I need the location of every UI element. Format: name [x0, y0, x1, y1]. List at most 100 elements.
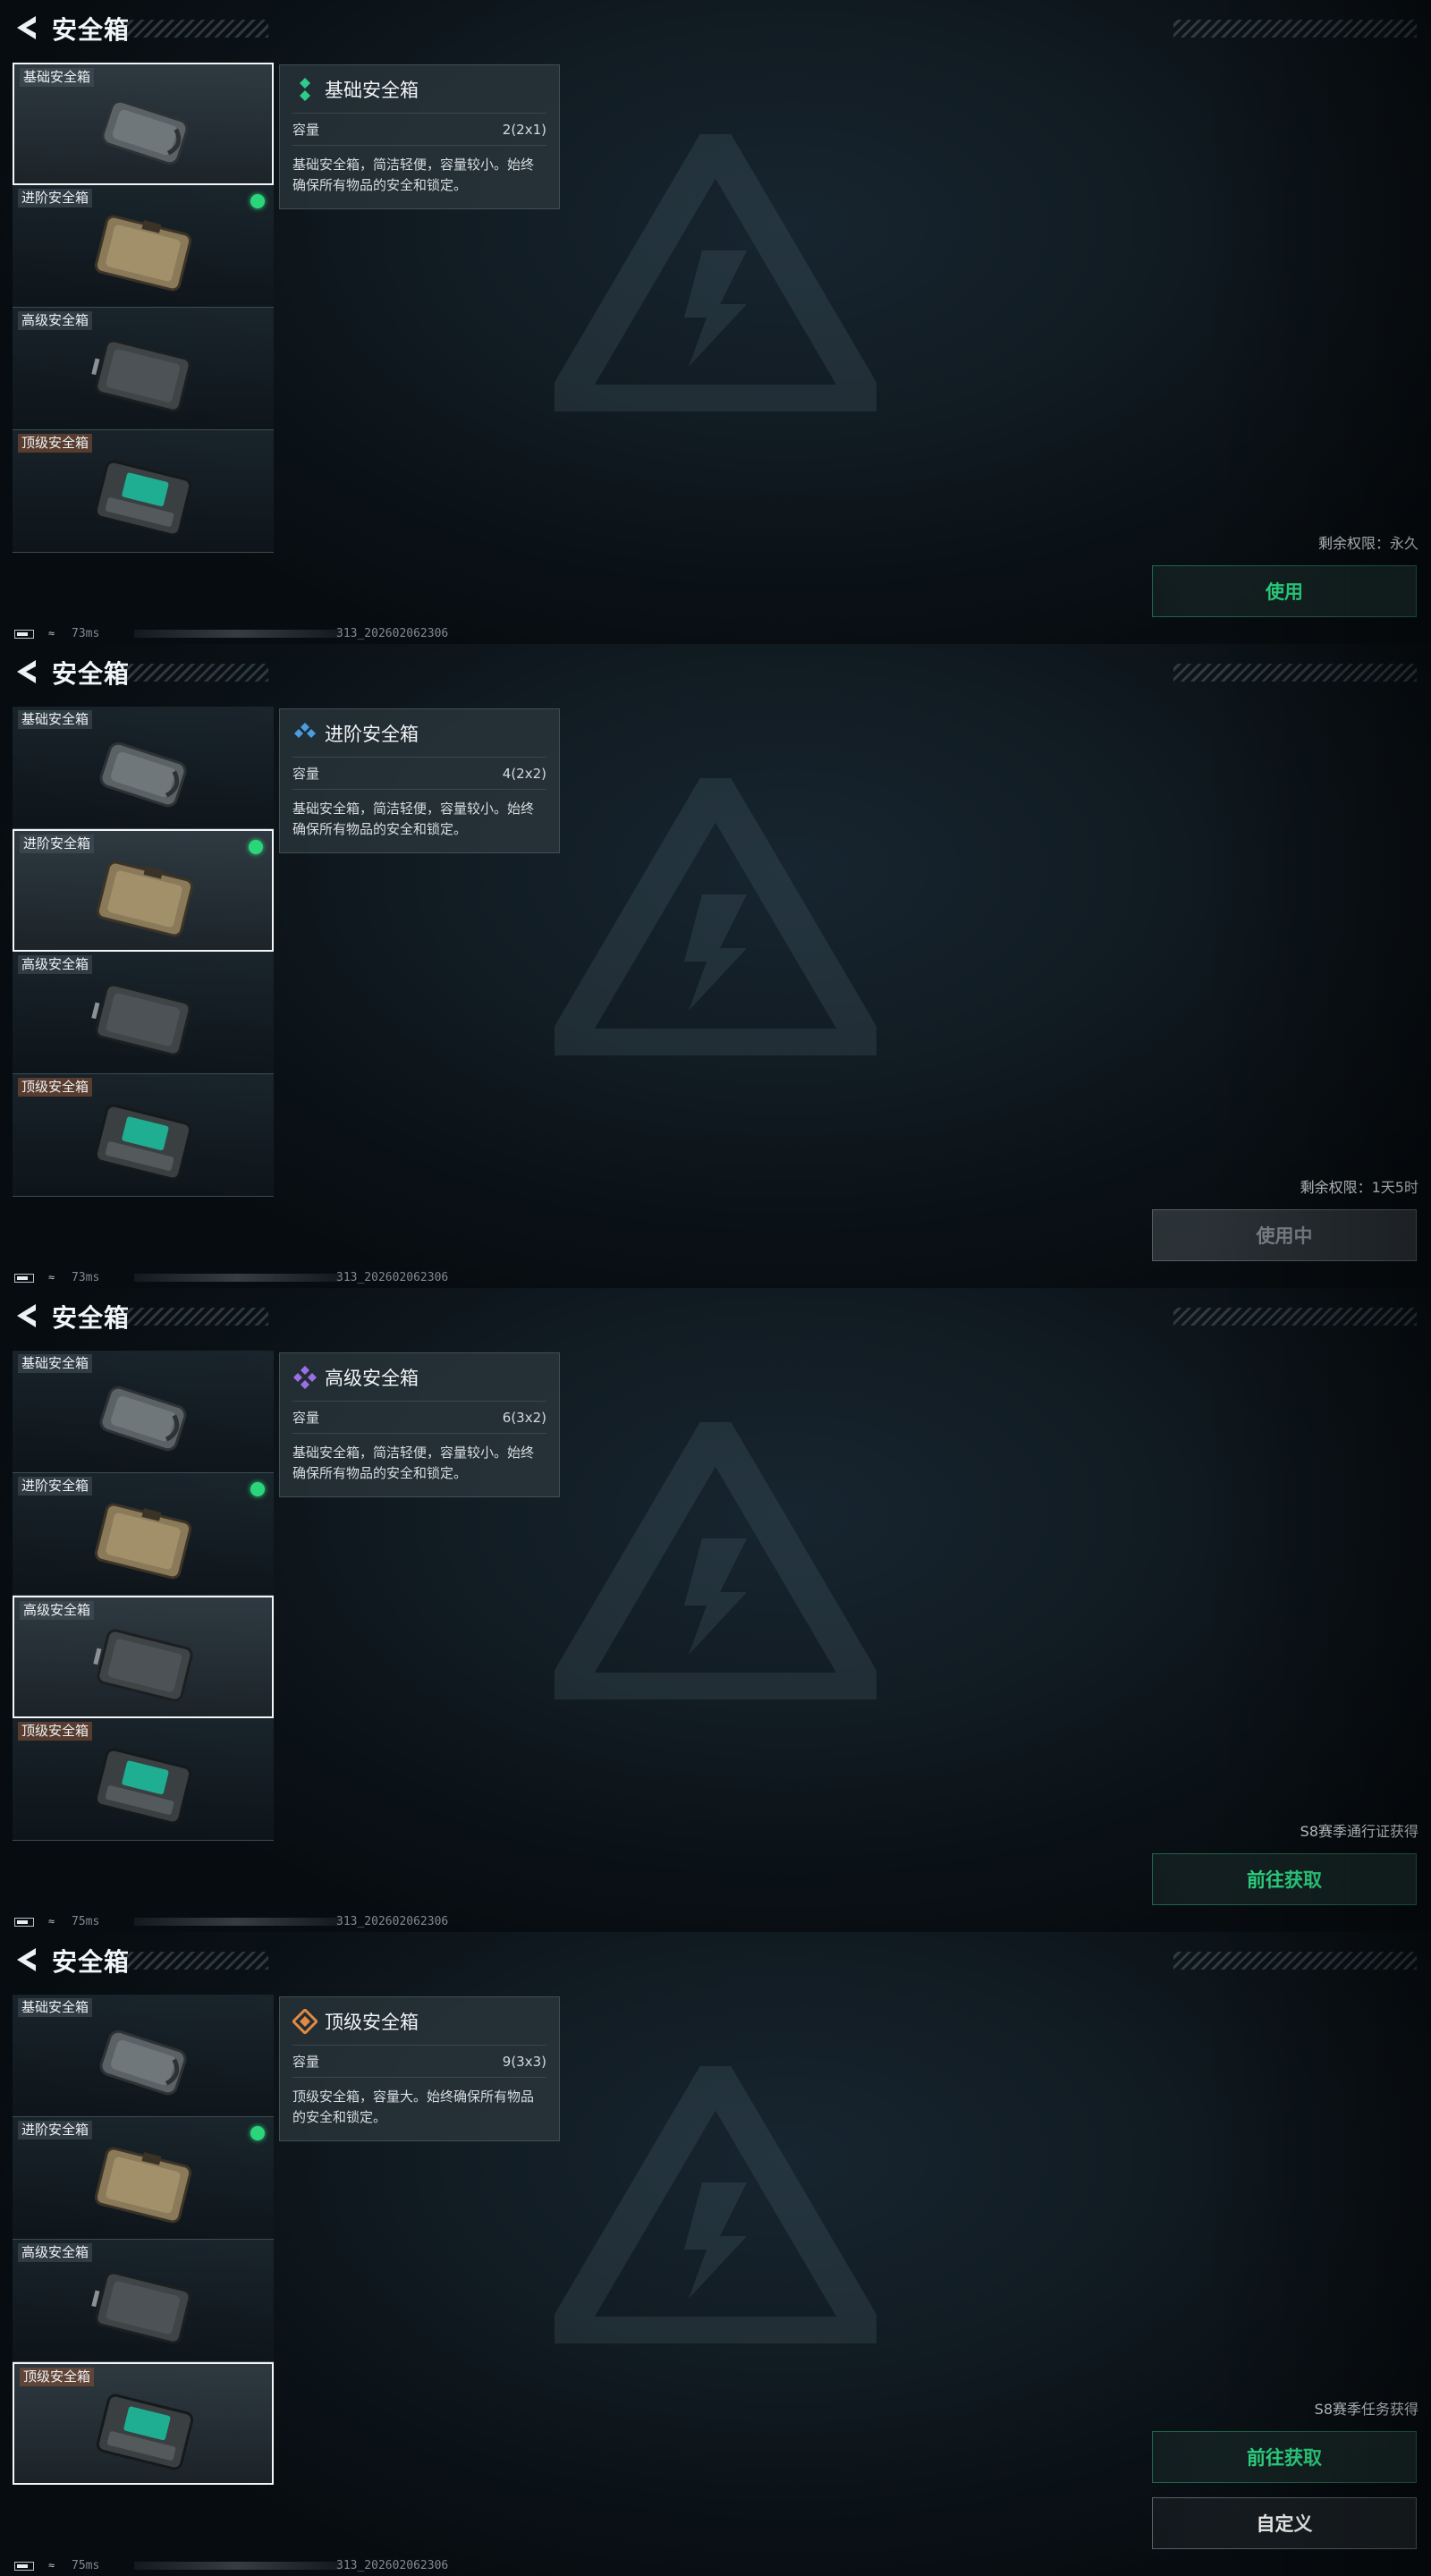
remaining-permission-text: 剩余权限：1天5时	[1300, 1179, 1418, 1196]
page-title: 安全箱	[52, 1303, 131, 1333]
version-text: 313_202602062306	[336, 2559, 449, 2572]
in-use-button: 使用中	[1152, 1209, 1417, 1261]
go-obtain-button[interactable]: 前往获取	[1152, 1853, 1417, 1905]
detail-title: 基础安全箱	[325, 79, 419, 101]
high-safebox-image-icon	[91, 983, 191, 1056]
footer-bar-decoration	[134, 2562, 340, 2570]
capacity-value: 4(2x2)	[502, 765, 546, 782]
wifi-icon: ≈	[48, 627, 55, 640]
safebox-card-basic[interactable]: 基础安全箱	[13, 63, 274, 185]
back-arrow-icon[interactable]	[13, 1301, 43, 1331]
top-right-hatch-decoration	[1173, 1308, 1417, 1326]
wifi-icon: ≈	[48, 2559, 55, 2572]
safebox-card-top[interactable]: 顶级安全箱	[13, 2362, 274, 2485]
version-text: 313_202602062306	[336, 1271, 449, 1284]
page-title: 安全箱	[52, 15, 131, 45]
status-footer: ≈ 73ms 313_202602062306	[0, 624, 1431, 644]
back-arrow-icon[interactable]	[13, 1945, 43, 1975]
detail-description: 顶级安全箱，容量大。始终确保所有物品的安全和锁定。	[292, 2089, 535, 2125]
equipped-indicator-icon	[250, 2126, 265, 2140]
background-logo-icon	[555, 2066, 876, 2343]
go-obtain-button[interactable]: 前往获取	[1152, 2431, 1417, 2483]
safebox-card-advanced[interactable]: 进阶安全箱	[13, 185, 274, 308]
high-safebox-image-icon	[93, 1629, 193, 1702]
top-safebox-image-icon	[96, 2394, 194, 2470]
safebox-card-top[interactable]: 顶级安全箱	[13, 430, 274, 553]
safebox-card-high[interactable]: 高级安全箱	[13, 2240, 274, 2362]
safebox-card-label: 基础安全箱	[20, 68, 95, 87]
high-safebox-image-icon	[91, 339, 191, 412]
high-safebox-image-icon	[91, 2271, 191, 2344]
safebox-card-top[interactable]: 顶级安全箱	[13, 1718, 274, 1841]
safebox-detail-panel: 高级安全箱 容量 6(3x2) 基础安全箱，简洁轻便，容量较小。始终确保所有物品的…	[279, 1352, 560, 1497]
detail-title: 顶级安全箱	[325, 2011, 419, 2033]
safebox-card-label: 顶级安全箱	[18, 1078, 93, 1097]
battery-icon	[14, 630, 34, 639]
top-right-hatch-decoration	[1173, 20, 1417, 38]
capacity-value: 6(3x2)	[502, 1409, 546, 1426]
basic-safebox-image-icon	[101, 99, 189, 165]
capacity-label: 容量	[292, 1410, 320, 1426]
safebox-card-advanced[interactable]: 进阶安全箱	[13, 1473, 274, 1596]
background-logo-icon	[555, 1422, 876, 1699]
capacity-label: 容量	[292, 2054, 320, 2070]
use-button[interactable]: 使用	[1152, 565, 1417, 617]
safebox-card-top[interactable]: 顶级安全箱	[13, 1074, 274, 1197]
blue-diamond-icon	[294, 722, 316, 738]
safebox-card-label: 进阶安全箱	[18, 1477, 93, 1496]
customize-button[interactable]: 自定义	[1152, 2497, 1417, 2549]
status-footer: ≈ 75ms 313_202602062306	[0, 2556, 1431, 2576]
capacity-label: 容量	[292, 122, 320, 138]
top-right-hatch-decoration	[1173, 664, 1417, 682]
safebox-card-advanced[interactable]: 进阶安全箱	[13, 829, 274, 952]
status-footer: ≈ 73ms 313_202602062306	[0, 1268, 1431, 1288]
top-bar: 安全箱	[0, 1932, 1431, 1989]
safebox-list: 基础安全箱 进阶安全箱 高级安全箱 顶级安全箱	[13, 707, 274, 1197]
safebox-card-basic[interactable]: 基础安全箱	[13, 1351, 274, 1473]
safebox-card-label: 进阶安全箱	[18, 2121, 93, 2140]
ping-text: 75ms	[72, 1915, 100, 1928]
safebox-card-label: 基础安全箱	[18, 1998, 93, 2017]
safebox-card-basic[interactable]: 基础安全箱	[13, 707, 274, 829]
safebox-card-advanced[interactable]: 进阶安全箱	[13, 2117, 274, 2240]
background-logo-icon	[555, 134, 876, 411]
detail-description: 基础安全箱，简洁轻便，容量较小。始终确保所有物品的安全和锁定。	[292, 1445, 535, 1481]
title-hatch-decoration	[125, 20, 268, 38]
safebox-card-label: 基础安全箱	[18, 1354, 93, 1373]
detail-title: 高级安全箱	[325, 1367, 419, 1389]
top-safebox-image-icon	[94, 1748, 192, 1825]
safebox-card-high[interactable]: 高级安全箱	[13, 308, 274, 430]
purple-diamond-icon	[293, 1365, 317, 1389]
screen-panel-3: 安全箱 基础安全箱 进阶安全箱 高级安全箱 顶级安全箱 高级安全箱 容量 6(3x…	[0, 1288, 1431, 1932]
back-arrow-icon[interactable]	[13, 657, 43, 687]
equipped-indicator-icon	[250, 194, 265, 208]
safebox-card-label: 进阶安全箱	[20, 835, 95, 853]
detail-description: 基础安全箱，简洁轻便，容量较小。始终确保所有物品的安全和锁定。	[292, 157, 535, 193]
safebox-card-high[interactable]: 高级安全箱	[13, 952, 274, 1074]
safebox-card-label: 高级安全箱	[18, 311, 93, 330]
basic-safebox-image-icon	[99, 2029, 187, 2096]
safebox-detail-panel: 顶级安全箱 容量 9(3x3) 顶级安全箱，容量大。始终确保所有物品的安全和锁定。	[279, 1996, 560, 2141]
version-text: 313_202602062306	[336, 627, 449, 640]
status-footer: ≈ 75ms 313_202602062306	[0, 1912, 1431, 1932]
advanced-safebox-image-icon	[94, 215, 192, 292]
basic-safebox-image-icon	[99, 1385, 187, 1452]
top-safebox-image-icon	[94, 460, 192, 537]
safebox-detail-panel: 进阶安全箱 容量 4(2x2) 基础安全箱，简洁轻便，容量较小。始终确保所有物品的…	[279, 708, 560, 853]
back-arrow-icon[interactable]	[13, 13, 43, 43]
safebox-card-high[interactable]: 高级安全箱	[13, 1596, 274, 1718]
safebox-card-label: 基础安全箱	[18, 710, 93, 729]
ping-text: 73ms	[72, 1271, 100, 1284]
safebox-card-label: 顶级安全箱	[18, 1722, 93, 1741]
top-bar: 安全箱	[0, 0, 1431, 57]
safebox-list: 基础安全箱 进阶安全箱 高级安全箱 顶级安全箱	[13, 1351, 274, 1841]
detail-title: 进阶安全箱	[325, 723, 419, 745]
advanced-safebox-image-icon	[96, 860, 194, 937]
safebox-card-basic[interactable]: 基础安全箱	[13, 1995, 274, 2117]
safebox-list: 基础安全箱 进阶安全箱 高级安全箱 顶级安全箱	[13, 63, 274, 553]
capacity-value: 9(3x3)	[502, 2053, 546, 2070]
title-hatch-decoration	[125, 664, 268, 682]
equipped-indicator-icon	[249, 840, 263, 854]
wifi-icon: ≈	[48, 1271, 55, 1284]
safebox-card-label: 顶级安全箱	[20, 2368, 95, 2386]
